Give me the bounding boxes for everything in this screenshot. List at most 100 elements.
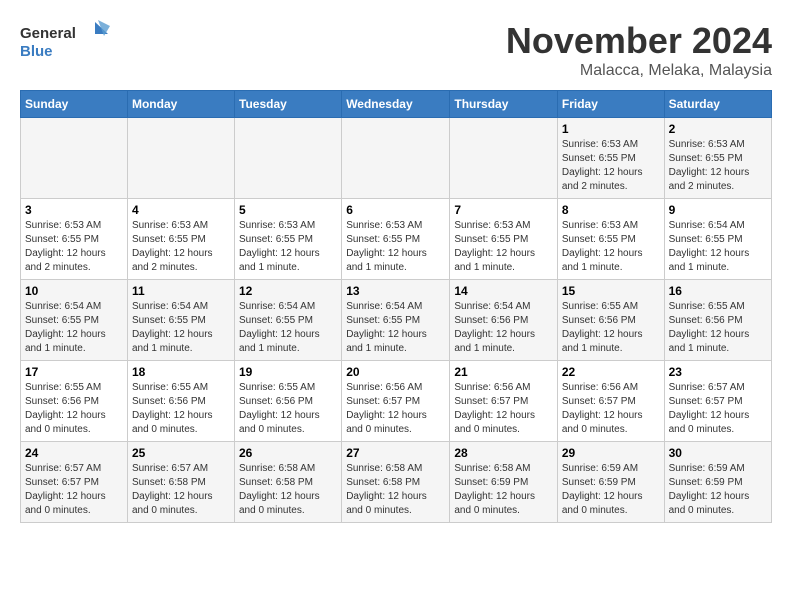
day-number: 11 bbox=[132, 284, 230, 298]
day-info: Sunrise: 6:53 AM Sunset: 6:55 PM Dayligh… bbox=[562, 219, 660, 275]
day-number: 4 bbox=[132, 203, 230, 217]
calendar-cell bbox=[127, 118, 234, 199]
calendar-cell bbox=[450, 118, 558, 199]
day-info: Sunrise: 6:53 AM Sunset: 6:55 PM Dayligh… bbox=[25, 219, 123, 275]
calendar-cell: 20Sunrise: 6:56 AM Sunset: 6:57 PM Dayli… bbox=[342, 361, 450, 442]
calendar-cell: 7 Sunrise: 6:53 AM Sunset: 6:55 PM Daylig… bbox=[450, 199, 558, 280]
day-info: Sunrise: 6:57 AM Sunset: 6:58 PM Dayligh… bbox=[132, 462, 230, 518]
day-info: Sunrise: 6:58 AM Sunset: 6:59 PM Dayligh… bbox=[454, 462, 553, 518]
day-number: 18 bbox=[132, 365, 230, 379]
weekday-wednesday: Wednesday bbox=[342, 91, 450, 118]
calendar-week-row: 1 Sunrise: 6:53 AM Sunset: 6:55 PM Daylig… bbox=[21, 118, 772, 199]
calendar-cell bbox=[235, 118, 342, 199]
calendar-cell: 21Sunrise: 6:56 AM Sunset: 6:57 PM Dayli… bbox=[450, 361, 558, 442]
calendar-cell: 8Sunrise: 6:53 AM Sunset: 6:55 PM Daylig… bbox=[557, 199, 664, 280]
day-info: Sunrise: 6:59 AM Sunset: 6:59 PM Dayligh… bbox=[669, 462, 767, 518]
weekday-sunday: Sunday bbox=[21, 91, 128, 118]
calendar-cell: 25 Sunrise: 6:57 AM Sunset: 6:58 PM Dayli… bbox=[127, 442, 234, 523]
logo: General Blue bbox=[20, 20, 110, 65]
day-number: 13 bbox=[346, 284, 445, 298]
day-info: Sunrise: 6:57 AM Sunset: 6:57 PM Dayligh… bbox=[25, 462, 123, 518]
calendar-cell: 3 Sunrise: 6:53 AM Sunset: 6:55 PM Daylig… bbox=[21, 199, 128, 280]
day-info: Sunrise: 6:53 AM Sunset: 6:55 PM Dayligh… bbox=[346, 219, 445, 275]
day-info: Sunrise: 6:53 AM Sunset: 6:55 PM Dayligh… bbox=[669, 138, 767, 194]
title-area: November 2024 Malacca, Melaka, Malaysia bbox=[506, 20, 772, 80]
logo-svg: General Blue bbox=[20, 20, 110, 65]
calendar-cell: 16Sunrise: 6:55 AM Sunset: 6:56 PM Dayli… bbox=[664, 280, 771, 361]
calendar-cell: 30 Sunrise: 6:59 AM Sunset: 6:59 PM Dayli… bbox=[664, 442, 771, 523]
day-number: 15 bbox=[562, 284, 660, 298]
day-info: Sunrise: 6:54 AM Sunset: 6:55 PM Dayligh… bbox=[25, 300, 123, 356]
day-info: Sunrise: 6:54 AM Sunset: 6:55 PM Dayligh… bbox=[346, 300, 445, 356]
weekday-tuesday: Tuesday bbox=[235, 91, 342, 118]
calendar-cell: 29 Sunrise: 6:59 AM Sunset: 6:59 PM Dayli… bbox=[557, 442, 664, 523]
day-info: Sunrise: 6:55 AM Sunset: 6:56 PM Dayligh… bbox=[562, 300, 660, 356]
calendar-table: SundayMondayTuesdayWednesdayThursdayFrid… bbox=[20, 90, 772, 523]
day-number: 26 bbox=[239, 446, 337, 460]
day-info: Sunrise: 6:53 AM Sunset: 6:55 PM Dayligh… bbox=[562, 138, 660, 194]
day-info: Sunrise: 6:53 AM Sunset: 6:55 PM Dayligh… bbox=[454, 219, 553, 275]
day-number: 14 bbox=[454, 284, 553, 298]
calendar-cell: 15 Sunrise: 6:55 AM Sunset: 6:56 PM Dayli… bbox=[557, 280, 664, 361]
day-info: Sunrise: 6:58 AM Sunset: 6:58 PM Dayligh… bbox=[239, 462, 337, 518]
day-number: 6 bbox=[346, 203, 445, 217]
day-number: 17 bbox=[25, 365, 123, 379]
calendar-header: SundayMondayTuesdayWednesdayThursdayFrid… bbox=[21, 91, 772, 118]
weekday-thursday: Thursday bbox=[450, 91, 558, 118]
day-number: 22 bbox=[562, 365, 660, 379]
day-info: Sunrise: 6:55 AM Sunset: 6:56 PM Dayligh… bbox=[239, 381, 337, 437]
day-number: 30 bbox=[669, 446, 767, 460]
day-info: Sunrise: 6:53 AM Sunset: 6:55 PM Dayligh… bbox=[132, 219, 230, 275]
calendar-cell: 17 Sunrise: 6:55 AM Sunset: 6:56 PM Dayli… bbox=[21, 361, 128, 442]
calendar-cell: 5 Sunrise: 6:53 AM Sunset: 6:55 PM Daylig… bbox=[235, 199, 342, 280]
day-number: 7 bbox=[454, 203, 553, 217]
day-info: Sunrise: 6:56 AM Sunset: 6:57 PM Dayligh… bbox=[562, 381, 660, 437]
day-info: Sunrise: 6:59 AM Sunset: 6:59 PM Dayligh… bbox=[562, 462, 660, 518]
day-number: 29 bbox=[562, 446, 660, 460]
calendar-cell: 22 Sunrise: 6:56 AM Sunset: 6:57 PM Dayli… bbox=[557, 361, 664, 442]
calendar-cell bbox=[21, 118, 128, 199]
day-info: Sunrise: 6:55 AM Sunset: 6:56 PM Dayligh… bbox=[25, 381, 123, 437]
day-info: Sunrise: 6:54 AM Sunset: 6:56 PM Dayligh… bbox=[454, 300, 553, 356]
weekday-row: SundayMondayTuesdayWednesdayThursdayFrid… bbox=[21, 91, 772, 118]
calendar-cell: 11Sunrise: 6:54 AM Sunset: 6:55 PM Dayli… bbox=[127, 280, 234, 361]
calendar-cell: 9Sunrise: 6:54 AM Sunset: 6:55 PM Daylig… bbox=[664, 199, 771, 280]
calendar-cell: 1 Sunrise: 6:53 AM Sunset: 6:55 PM Daylig… bbox=[557, 118, 664, 199]
calendar-cell: 6 Sunrise: 6:53 AM Sunset: 6:55 PM Daylig… bbox=[342, 199, 450, 280]
day-info: Sunrise: 6:54 AM Sunset: 6:55 PM Dayligh… bbox=[669, 219, 767, 275]
day-number: 12 bbox=[239, 284, 337, 298]
day-info: Sunrise: 6:53 AM Sunset: 6:55 PM Dayligh… bbox=[239, 219, 337, 275]
calendar-cell: 13 Sunrise: 6:54 AM Sunset: 6:55 PM Dayli… bbox=[342, 280, 450, 361]
calendar-cell: 19 Sunrise: 6:55 AM Sunset: 6:56 PM Dayli… bbox=[235, 361, 342, 442]
day-number: 25 bbox=[132, 446, 230, 460]
calendar-cell: 2 Sunrise: 6:53 AM Sunset: 6:55 PM Daylig… bbox=[664, 118, 771, 199]
calendar-cell bbox=[342, 118, 450, 199]
day-number: 5 bbox=[239, 203, 337, 217]
calendar-cell: 14 Sunrise: 6:54 AM Sunset: 6:56 PM Dayli… bbox=[450, 280, 558, 361]
day-number: 10 bbox=[25, 284, 123, 298]
calendar-week-row: 24Sunrise: 6:57 AM Sunset: 6:57 PM Dayli… bbox=[21, 442, 772, 523]
header: General Blue November 2024 Malacca, Mela… bbox=[20, 20, 772, 80]
day-info: Sunrise: 6:57 AM Sunset: 6:57 PM Dayligh… bbox=[669, 381, 767, 437]
day-info: Sunrise: 6:54 AM Sunset: 6:55 PM Dayligh… bbox=[239, 300, 337, 356]
day-number: 1 bbox=[562, 122, 660, 136]
calendar-week-row: 17 Sunrise: 6:55 AM Sunset: 6:56 PM Dayli… bbox=[21, 361, 772, 442]
calendar-cell: 18Sunrise: 6:55 AM Sunset: 6:56 PM Dayli… bbox=[127, 361, 234, 442]
day-info: Sunrise: 6:55 AM Sunset: 6:56 PM Dayligh… bbox=[669, 300, 767, 356]
calendar-week-row: 3 Sunrise: 6:53 AM Sunset: 6:55 PM Daylig… bbox=[21, 199, 772, 280]
calendar-cell: 4 Sunrise: 6:53 AM Sunset: 6:55 PM Daylig… bbox=[127, 199, 234, 280]
day-number: 19 bbox=[239, 365, 337, 379]
day-number: 28 bbox=[454, 446, 553, 460]
day-number: 3 bbox=[25, 203, 123, 217]
calendar-body: 1 Sunrise: 6:53 AM Sunset: 6:55 PM Daylig… bbox=[21, 118, 772, 523]
day-number: 23 bbox=[669, 365, 767, 379]
calendar-cell: 26 Sunrise: 6:58 AM Sunset: 6:58 PM Dayli… bbox=[235, 442, 342, 523]
day-number: 27 bbox=[346, 446, 445, 460]
calendar-title: November 2024 bbox=[506, 20, 772, 62]
weekday-saturday: Saturday bbox=[664, 91, 771, 118]
svg-text:Blue: Blue bbox=[20, 43, 53, 60]
day-info: Sunrise: 6:56 AM Sunset: 6:57 PM Dayligh… bbox=[346, 381, 445, 437]
day-info: Sunrise: 6:58 AM Sunset: 6:58 PM Dayligh… bbox=[346, 462, 445, 518]
calendar-cell: 27 Sunrise: 6:58 AM Sunset: 6:58 PM Dayli… bbox=[342, 442, 450, 523]
day-number: 2 bbox=[669, 122, 767, 136]
